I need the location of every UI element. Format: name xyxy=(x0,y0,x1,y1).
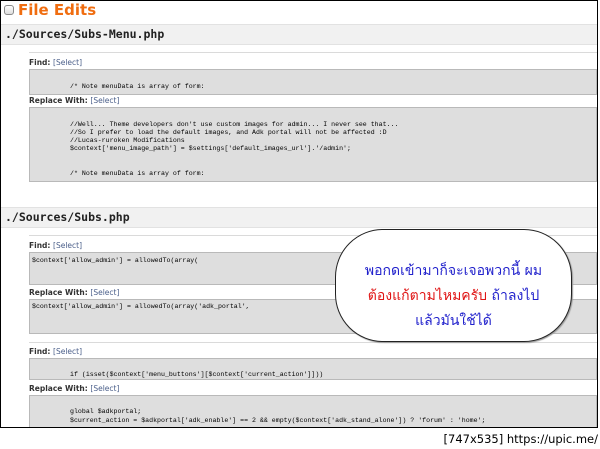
annotation-line-3: แล้วมันใช้ได้ xyxy=(415,313,492,329)
code-block-find[interactable]: /* Note menuData is array of form: xyxy=(29,69,597,95)
select-link[interactable]: [Select] xyxy=(53,347,82,356)
code-line: global $adkportal; xyxy=(70,408,142,415)
replace-label: Replace With: [Select] xyxy=(29,96,119,105)
file-header: ./Sources/Subs-Menu.php xyxy=(1,24,597,45)
code-line: /* Note menuData is array of form: xyxy=(70,170,205,177)
code-line: //Well... Theme developers don't use cus… xyxy=(70,121,399,128)
select-link[interactable]: [Select] xyxy=(53,241,82,250)
code-block-replace[interactable]: //Well... Theme developers don't use cus… xyxy=(29,107,597,182)
annotation-line-1: พอกดเข้ามาก็จะเจอพวกนี้ ผม xyxy=(364,263,543,279)
code-line: $context['allow_admin'] = allowedTo(arra… xyxy=(32,303,250,310)
annotation-line-2-blue: ถ้าลงไป xyxy=(487,288,540,304)
code-line: if (isset($context['menu_buttons'][$cont… xyxy=(70,371,324,378)
code-line: $context['menu_image_path'] = $settings[… xyxy=(70,145,351,152)
page-header: File Edits xyxy=(4,1,96,19)
select-link[interactable]: [Select] xyxy=(90,384,119,393)
collapse-toggle-icon[interactable] xyxy=(4,5,14,15)
code-block-find[interactable]: if (isset($context['menu_buttons'][$cont… xyxy=(29,358,597,380)
replace-label: Replace With: [Select] xyxy=(29,384,119,393)
file-header: ./Sources/Subs.php xyxy=(1,207,597,228)
find-label: Find: [Select] xyxy=(29,58,82,67)
upic-watermark: [747x535] https://upic.me/ xyxy=(443,432,598,446)
file-path: ./Sources/Subs-Menu.php xyxy=(5,27,165,41)
replace-label-text: Replace With: xyxy=(29,384,88,393)
annotation-line-2-red: ต้องแก้ตามไหมครับ xyxy=(367,288,488,304)
select-link[interactable]: [Select] xyxy=(53,58,82,67)
find-label: Find: [Select] xyxy=(29,347,82,356)
file-path: ./Sources/Subs.php xyxy=(5,210,130,224)
code-block-replace[interactable]: global $adkportal; $current_action = $ad… xyxy=(29,395,597,427)
find-label: Find: [Select] xyxy=(29,241,82,250)
divider xyxy=(29,52,597,53)
select-link[interactable]: [Select] xyxy=(90,96,119,105)
code-line: /* Note menuData is array of form: xyxy=(70,83,205,90)
screenshot-frame: File Edits ./Sources/Subs-Menu.php Find:… xyxy=(0,0,598,428)
find-label-text: Find: xyxy=(29,58,51,67)
select-link[interactable]: [Select] xyxy=(90,288,119,297)
code-line: //Lucas-ruroken Modifications xyxy=(70,137,185,144)
annotation-bubble: พอกดเข้ามาก็จะเจอพวกนี้ ผม ต้องแก้ตามไหม… xyxy=(335,229,572,342)
divider xyxy=(29,342,597,343)
annotation-line-2: ต้องแก้ตามไหมครับ ถ้าลงไป xyxy=(336,285,571,307)
replace-label: Replace With: [Select] xyxy=(29,288,119,297)
page-title: File Edits xyxy=(18,1,97,19)
code-line: $current_action = $adkportal['adk_enable… xyxy=(70,417,486,424)
code-line: $context['allow_admin'] = allowedTo(arra… xyxy=(32,257,199,264)
replace-label-text: Replace With: xyxy=(29,96,88,105)
replace-label-text: Replace With: xyxy=(29,288,88,297)
code-line: //So I prefer to load the default images… xyxy=(70,129,387,136)
find-label-text: Find: xyxy=(29,347,51,356)
find-label-text: Find: xyxy=(29,241,51,250)
